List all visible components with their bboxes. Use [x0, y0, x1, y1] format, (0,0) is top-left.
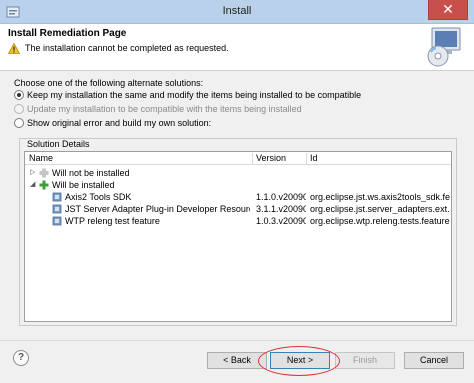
option-show-error[interactable]: Show original error and build my own sol… [14, 117, 211, 129]
help-button[interactable]: ? [13, 350, 29, 366]
plus-plugin-icon [39, 180, 49, 190]
option-update-label: Update my installation to be compatible … [27, 104, 302, 114]
column-header-name[interactable]: Name [29, 153, 53, 164]
cancel-button[interactable]: Cancel [404, 352, 464, 369]
tree-row[interactable]: WTP releng test feature 1.0.3.v20090... … [25, 215, 451, 227]
minus-plugin-icon [39, 168, 49, 178]
title-bar: Install ✕ [0, 0, 474, 24]
column-divider[interactable] [252, 153, 253, 164]
close-button[interactable]: ✕ [428, 0, 468, 20]
solution-details-group: Solution Details Name Version Id ▷ Will … [19, 138, 457, 326]
row-name: Will not be installed [52, 168, 130, 178]
column-header-id[interactable]: Id [310, 153, 318, 164]
warning-icon [8, 43, 20, 54]
tree-row[interactable]: ◢ Will be installed [25, 179, 451, 191]
solution-tree[interactable]: Name Version Id ▷ Will not be installed … [24, 151, 452, 322]
option-update-installation: Update my installation to be compatible … [14, 103, 302, 115]
row-name: Will be installed [52, 180, 115, 190]
tree-row[interactable]: JST Server Adapter Plug-in Developer Res… [25, 203, 451, 215]
row-version: 1.0.3.v20090... [256, 216, 306, 226]
row-id: org.eclipse.jst.ws.axis2tools_sdk.fe... [310, 192, 450, 202]
radio-update-installation [14, 104, 24, 114]
radio-keep-installation[interactable] [14, 90, 24, 100]
option-show-error-label: Show original error and build my own sol… [27, 118, 212, 128]
footer-divider [0, 340, 474, 341]
radio-show-error[interactable] [14, 118, 24, 128]
row-version: 1.1.0.v20090... [256, 192, 306, 202]
solutions-prompt: Choose one of the following alternate so… [14, 78, 204, 88]
feature-icon [52, 192, 62, 202]
tree-row[interactable]: Axis2 Tools SDK 1.1.0.v20090... org.ecli… [25, 191, 451, 203]
tree-header: Name Version Id [25, 152, 451, 165]
next-button[interactable]: Next > [270, 352, 330, 369]
feature-icon [52, 216, 62, 226]
finish-button: Finish [335, 352, 395, 369]
row-id: org.eclipse.wtp.releng.tests.feature... [310, 216, 450, 226]
column-header-version[interactable]: Version [256, 153, 286, 164]
feature-icon [52, 204, 62, 214]
row-name: JST Server Adapter Plug-in Developer Res… [65, 204, 250, 214]
option-keep-label: Keep my installation the same and modify… [27, 90, 362, 100]
wizard-header: Install Remediation Page The installatio… [0, 24, 474, 71]
page-title: Install Remediation Page [8, 28, 127, 39]
install-cd-icon [427, 27, 461, 67]
collapse-arrow-icon[interactable]: ◢ [30, 181, 36, 188]
row-name: WTP releng test feature [65, 216, 160, 226]
window-title: Install [222, 5, 252, 17]
column-divider[interactable] [306, 153, 307, 164]
tree-row[interactable]: ▷ Will not be installed [25, 167, 451, 179]
row-name: Axis2 Tools SDK [65, 192, 132, 202]
row-version: 3.1.1.v20090... [256, 204, 306, 214]
row-id: org.eclipse.jst.server_adapters.ext.s... [310, 204, 450, 214]
back-button[interactable]: < Back [207, 352, 267, 369]
option-keep-installation[interactable]: Keep my installation the same and modify… [14, 89, 361, 101]
expand-arrow-icon[interactable]: ▷ [30, 169, 36, 176]
status-message: The installation cannot be completed as … [25, 43, 229, 53]
solution-details-label: Solution Details [26, 139, 91, 149]
